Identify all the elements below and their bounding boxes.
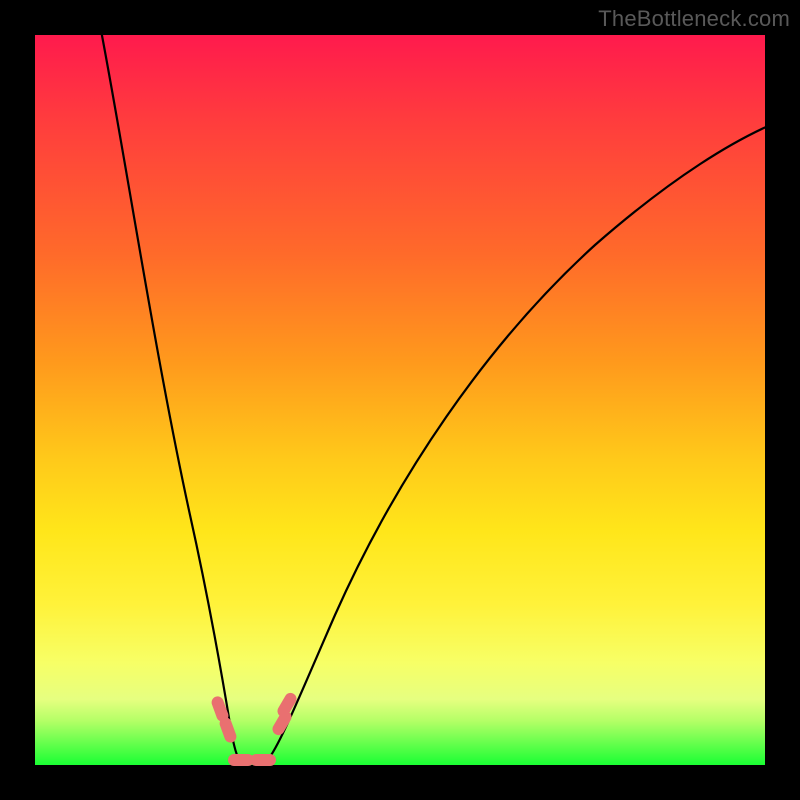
marker-group xyxy=(210,691,299,766)
curve-right-branch xyxy=(267,123,775,761)
watermark-text: TheBottleneck.com xyxy=(598,6,790,32)
curve-left-branch xyxy=(100,25,240,761)
plot-area xyxy=(35,35,765,765)
marker-4 xyxy=(250,754,276,766)
outer-frame: TheBottleneck.com xyxy=(0,0,800,800)
marker-2 xyxy=(218,716,238,745)
curve-layer xyxy=(35,35,765,765)
bottleneck-curve xyxy=(100,25,775,763)
